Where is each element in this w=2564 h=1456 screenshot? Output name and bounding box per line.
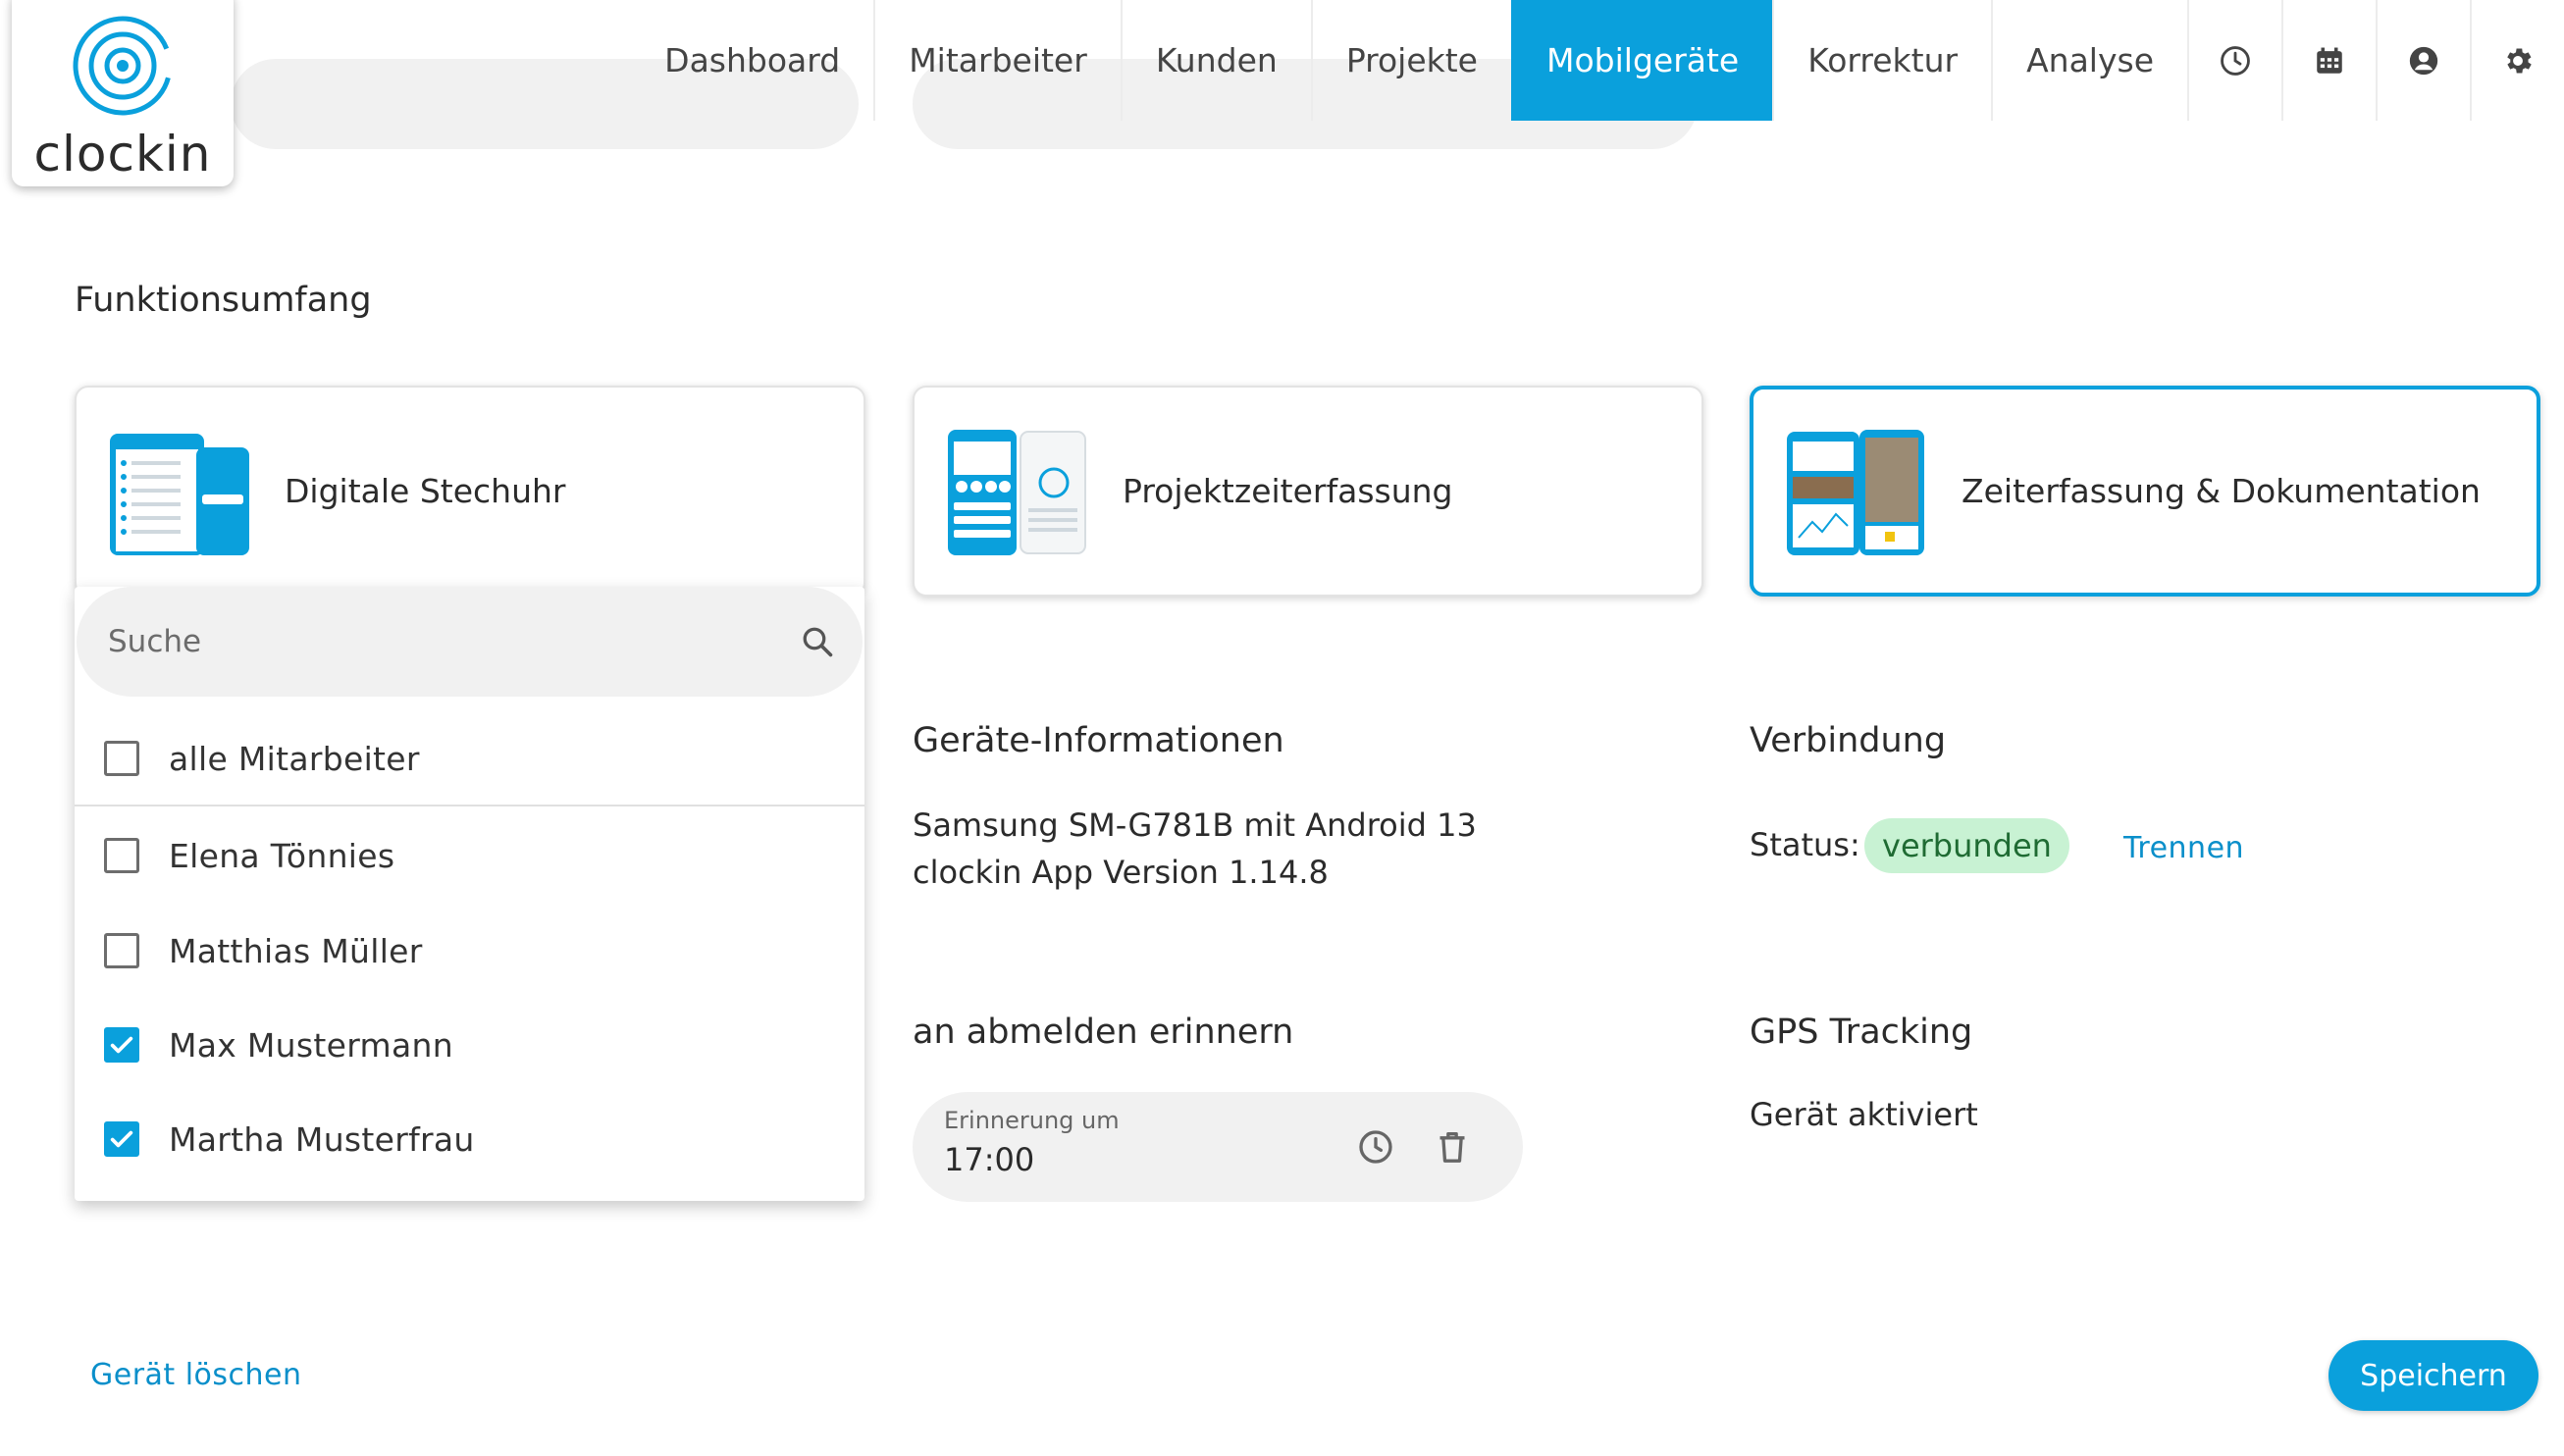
features-title: Funktionsumfang <box>75 281 372 320</box>
account-icon <box>2409 46 2438 75</box>
feature-card-label: Digitale Stechuhr <box>285 472 566 510</box>
reminder-field-label: Erinnerung um <box>944 1107 1120 1134</box>
delete-device-link[interactable]: Gerät löschen <box>90 1358 302 1392</box>
option-label: Matthias Müller <box>169 931 423 970</box>
option-label: alle Mitarbeiter <box>169 739 420 778</box>
nav-mobilgeraete[interactable]: Mobilgeräte <box>1511 0 1773 121</box>
checkbox[interactable] <box>104 741 139 776</box>
feature-card-label: Zeiterfassung & Dokumentation <box>1962 472 2481 510</box>
option-label: Elena Tönnies <box>169 836 395 875</box>
option-employee[interactable]: Martha Musterfrau <box>75 1092 864 1186</box>
clockin-logo-icon <box>73 16 173 116</box>
option-alle-mitarbeiter[interactable]: alle Mitarbeiter <box>75 712 864 806</box>
save-button[interactable]: Speichern <box>2329 1340 2538 1411</box>
gps-title: GPS Tracking <box>1750 1013 1973 1052</box>
logout-reminder-title: an abmelden erinnern <box>913 1013 1294 1052</box>
nav-mitarbeiter[interactable]: Mitarbeiter <box>873 0 1121 121</box>
checkmark-icon <box>110 1130 133 1148</box>
phone-screens-image <box>1787 429 1924 555</box>
connection-title: Verbindung <box>1750 721 1947 760</box>
search-bar <box>77 587 863 697</box>
reminder-time-field[interactable]: Erinnerung um 17:00 <box>913 1092 1523 1202</box>
phone-screens-image <box>110 433 249 555</box>
feature-card-stechuhr[interactable]: Digitale Stechuhr <box>75 386 865 597</box>
option-employee[interactable]: Max Mustermann <box>75 998 864 1092</box>
feature-card-zeiterfassung-doku[interactable]: Zeiterfassung & Dokumentation <box>1750 386 2540 597</box>
nav-account-button[interactable] <box>2376 0 2470 121</box>
search-input[interactable] <box>106 623 800 660</box>
checkbox-checked[interactable] <box>104 1027 139 1063</box>
reminder-field-value[interactable]: 17:00 <box>944 1141 1034 1178</box>
gear-icon <box>2507 48 2532 73</box>
option-label: Martha Musterfrau <box>169 1119 475 1159</box>
option-employee[interactable]: Matthias Müller <box>75 904 864 998</box>
checkbox-checked[interactable] <box>104 1121 139 1157</box>
nav-clock-button[interactable] <box>2187 0 2281 121</box>
employee-select-dropdown: alle Mitarbeiter Elena Tönnies Matthias … <box>75 587 864 1201</box>
trash-icon[interactable] <box>1433 1127 1472 1167</box>
nav-calendar-button[interactable] <box>2281 0 2376 121</box>
brand-name: clockin <box>33 126 212 182</box>
device-info-title: Geräte-Informationen <box>913 721 1284 760</box>
status-badge: verbunden <box>1864 818 2069 873</box>
phone-screens-image <box>948 429 1086 555</box>
checkmark-icon <box>110 1036 133 1054</box>
nav-analyse[interactable]: Analyse <box>1991 0 2187 121</box>
nav-kunden[interactable]: Kunden <box>1120 0 1311 121</box>
search-icon[interactable] <box>800 624 835 659</box>
option-employee[interactable]: Elena Tönnies <box>75 808 864 903</box>
nav-settings-button[interactable] <box>2470 0 2564 121</box>
top-navigation: Dashboard Mitarbeiter Kunden Projekte Mo… <box>608 0 2564 121</box>
calendar-icon <box>2317 47 2342 74</box>
option-label: Max Mustermann <box>169 1025 453 1065</box>
status-label: Status: <box>1750 826 1860 863</box>
feature-card-projektzeit[interactable]: Projektzeiterfassung <box>913 386 1703 597</box>
nav-korrektur[interactable]: Korrektur <box>1772 0 1991 121</box>
feature-card-label: Projektzeiterfassung <box>1123 472 1453 510</box>
gps-status: Gerät aktiviert <box>1750 1096 1978 1133</box>
disconnect-link[interactable]: Trennen <box>2123 831 2244 865</box>
clock-icon <box>2221 45 2250 76</box>
app-version: clockin App Version 1.14.8 <box>913 854 1329 891</box>
checkbox[interactable] <box>104 838 139 873</box>
checkbox[interactable] <box>104 933 139 968</box>
device-model: Samsung SM-G781B mit Android 13 <box>913 806 1477 844</box>
clockin-logo[interactable]: clockin <box>12 0 234 186</box>
nav-dashboard[interactable]: Dashboard <box>631 0 873 121</box>
nav-projekte[interactable]: Projekte <box>1310 0 1511 121</box>
clock-icon[interactable] <box>1356 1127 1395 1167</box>
